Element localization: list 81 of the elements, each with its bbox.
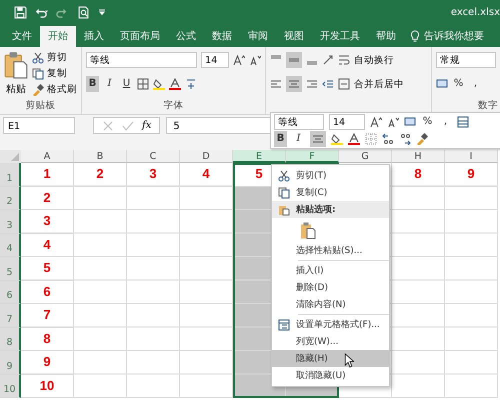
cut-label[interactable]: 剪切 — [47, 51, 67, 64]
menu-item[interactable]: 插入(I) — [272, 262, 389, 279]
table-cell: 8 — [392, 163, 445, 186]
table-cell: 3 — [127, 163, 180, 186]
row-header[interactable]: 10 — [0, 374, 21, 398]
ribbon-tab[interactable]: 公式 — [168, 26, 204, 47]
underline-button[interactable]: U — [120, 76, 133, 92]
table-cell: 7 — [21, 304, 74, 328]
row-header[interactable]: 3 — [0, 210, 21, 234]
wrap-text-button[interactable]: 自动换行 — [354, 54, 394, 66]
table-cell: 4 — [180, 163, 233, 186]
menu-item[interactable]: 选择性粘贴(S)... — [272, 242, 389, 259]
italic-button[interactable]: I — [103, 76, 116, 92]
table-cell: 9 — [21, 351, 74, 374]
ribbon-tab[interactable]: 文件 — [4, 26, 40, 47]
column-header[interactable]: I — [445, 150, 498, 163]
row-header[interactable]: 7 — [0, 304, 21, 328]
row-header[interactable]: 4 — [0, 234, 21, 257]
row-header[interactable]: 6 — [0, 280, 21, 304]
table-cell: 2 — [21, 186, 74, 210]
ribbon-tab[interactable]: 视图 — [276, 26, 312, 47]
table-cell: 9 — [445, 163, 498, 186]
ribbon-tab[interactable]: 插入 — [76, 26, 112, 47]
menu-item[interactable]: 复制(C) — [272, 184, 389, 201]
font-size-dropdown[interactable]: 14 — [329, 114, 365, 130]
paste-label[interactable]: 粘贴 — [6, 82, 26, 96]
table-cell: 6 — [21, 280, 74, 304]
ribbon-tab[interactable]: 帮助 — [368, 26, 404, 47]
comma-button[interactable]: , — [469, 76, 482, 92]
ribbon-tab[interactable]: 开始 — [40, 26, 76, 47]
row-header[interactable]: 8 — [0, 328, 21, 351]
group-label: 字体 — [162, 99, 184, 112]
row-header[interactable]: 2 — [0, 186, 21, 210]
table-cell: 2 — [74, 163, 127, 186]
paste-options-heading: 粘贴选项: — [296, 203, 336, 216]
menu-item[interactable]: 清除内容(N) — [272, 296, 389, 313]
merge-center-button[interactable]: 合并后居中 — [354, 78, 404, 90]
insert-function-button[interactable]: fx — [142, 120, 152, 131]
row-header[interactable]: 5 — [0, 257, 21, 280]
column-header[interactable]: C — [127, 150, 180, 163]
tell-me-search[interactable]: 告诉我你想要 — [424, 26, 484, 47]
bold-button[interactable]: B — [86, 76, 99, 92]
menu-item[interactable]: 设置单元格格式(F)... — [272, 316, 389, 333]
font-name-dropdown[interactable]: 等线 — [86, 52, 198, 68]
menu-item[interactable]: 列宽(W)... — [272, 333, 389, 350]
percent-button[interactable]: % — [452, 76, 465, 92]
percent-button[interactable]: % — [421, 114, 434, 130]
column-header[interactable]: B — [74, 150, 127, 163]
table-cell: 10 — [21, 374, 74, 398]
copy-label[interactable]: 复制 — [47, 67, 67, 80]
table-cell: 1 — [21, 163, 74, 186]
number-format-dropdown[interactable]: 常规 — [436, 52, 496, 68]
row-header[interactable]: 9 — [0, 351, 21, 374]
column-header[interactable]: F — [286, 150, 339, 163]
comma-button[interactable]: , — [439, 114, 452, 130]
italic-button[interactable]: I — [292, 131, 305, 147]
column-header[interactable]: E — [233, 150, 286, 163]
ribbon-tab[interactable]: 数据 — [204, 26, 240, 47]
group-label: 剪贴板 — [24, 99, 56, 112]
ribbon-tab[interactable]: 审阅 — [240, 26, 276, 47]
font-name-dropdown[interactable]: 等线 — [274, 114, 324, 130]
table-cell: 8 — [21, 328, 74, 351]
table-cell: 4 — [21, 234, 74, 257]
column-header[interactable]: G — [339, 150, 392, 163]
table-cell: 3 — [21, 210, 74, 234]
ribbon-tab[interactable]: 页面布局 — [112, 26, 168, 47]
file-name: excel.xlsx — [450, 6, 500, 18]
column-header[interactable]: D — [180, 150, 233, 163]
bold-button[interactable]: B — [274, 131, 287, 147]
menu-item[interactable]: 删除(D) — [272, 279, 389, 296]
menu-item[interactable]: 隐藏(H) — [272, 350, 389, 367]
table-cell: 5 — [21, 257, 74, 280]
column-header[interactable]: A — [21, 150, 74, 163]
row-header[interactable]: 1 — [0, 163, 21, 186]
group-label: 数字 — [478, 99, 498, 112]
menu-item[interactable]: 取消隐藏(U) — [272, 367, 389, 384]
name-box[interactable]: E1 — [3, 117, 75, 134]
format-painter-label[interactable]: 格式刷 — [47, 83, 77, 96]
column-header[interactable]: H — [392, 150, 445, 163]
ribbon-tab[interactable]: 开发工具 — [312, 26, 368, 47]
font-size-dropdown[interactable]: 14 — [201, 52, 229, 68]
